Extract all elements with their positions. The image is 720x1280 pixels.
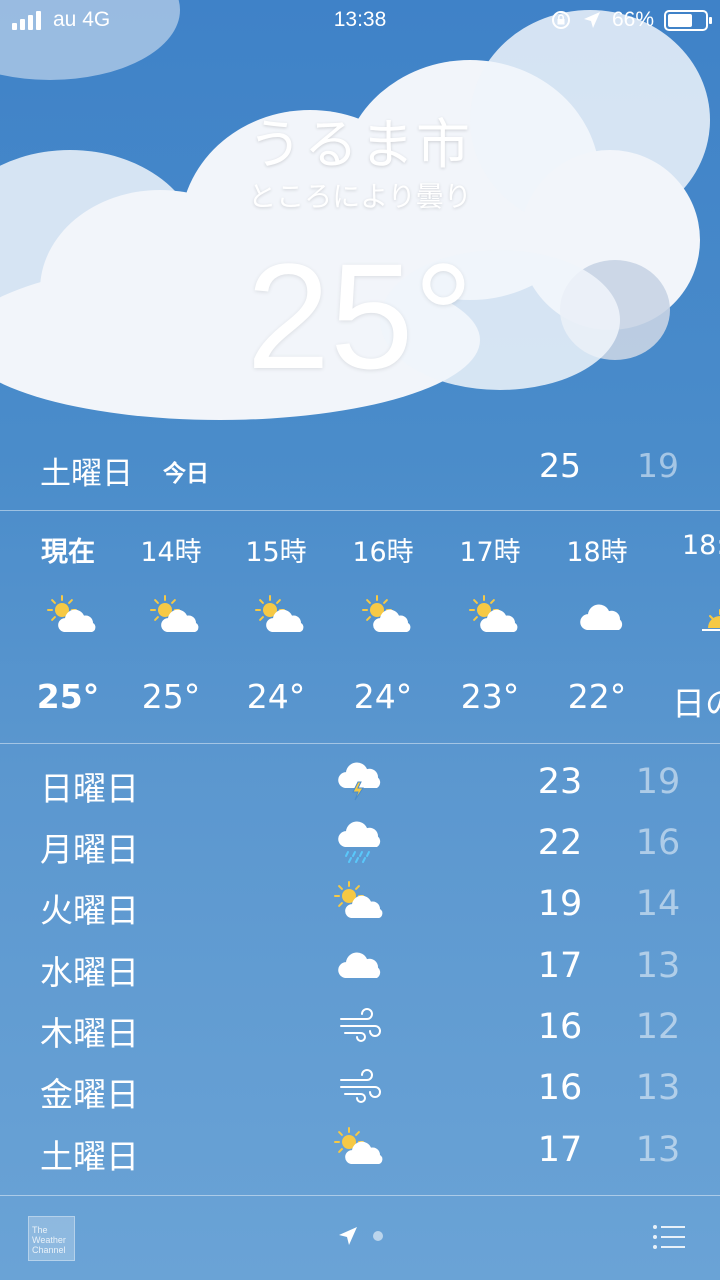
hour-item: 18: 日の (650, 512, 720, 742)
hour-time: 現在 (41, 537, 95, 568)
hour-item: 14時 25° (116, 512, 226, 742)
daily-row: 月曜日 22 16 (0, 811, 720, 872)
hourly-forecast[interactable]: 現在 25° 14時 25° 15時 24° 16時 24° 17時 23° 1… (0, 512, 720, 742)
battery-percent: 66% (611, 8, 654, 31)
thunderstorm-icon (333, 758, 387, 802)
hour-temp: 24° (353, 677, 413, 716)
hour-item: 現在 25° (13, 512, 123, 742)
divider (0, 510, 720, 511)
status-bar: au 4G 13:38 66% (0, 0, 720, 40)
daily-row: 日曜日 23 19 (0, 750, 720, 811)
daily-high: 22 (537, 823, 583, 863)
daily-low: 16 (635, 823, 681, 863)
weather-channel-logo[interactable]: The Weather Channel (28, 1216, 75, 1261)
daily-day: 水曜日 (40, 953, 139, 992)
hour-time: 16時 (352, 537, 414, 568)
hour-item: 18時 22° (542, 512, 652, 742)
daily-low: 13 (635, 1068, 681, 1108)
location-icon (583, 12, 600, 28)
current-temperature: 25° (246, 232, 474, 400)
wind-icon (333, 1064, 387, 1108)
partly-sunny-icon (46, 594, 100, 638)
today-summary: 土曜日 今日 25 19 (0, 440, 720, 510)
weather-condition: ところにより曇り (248, 180, 472, 213)
daily-day: 月曜日 (40, 830, 139, 869)
orientation-lock-icon (551, 11, 570, 29)
daily-day: 日曜日 (40, 769, 139, 808)
hour-temp: 22° (567, 677, 627, 716)
today-day: 土曜日 (40, 456, 133, 492)
list-icon[interactable] (652, 1224, 686, 1250)
hour-temp: 25° (141, 677, 201, 716)
daily-low: 13 (635, 1130, 681, 1170)
daily-low: 12 (635, 1007, 681, 1047)
hour-item: 17時 23° (435, 512, 545, 742)
hour-time: 18: (682, 530, 720, 561)
hour-item: 15時 24° (221, 512, 331, 742)
partly-sunny-icon (254, 594, 308, 638)
battery-icon (664, 9, 712, 31)
hour-time: 15時 (245, 537, 307, 568)
daily-row: 金曜日 16 13 (0, 1056, 720, 1117)
partly-sunny-icon (333, 880, 387, 924)
partly-sunny-icon (468, 594, 522, 638)
hour-item: 16時 24° (328, 512, 438, 742)
hour-temp: 23° (460, 677, 520, 716)
daily-high: 23 (537, 762, 583, 802)
hour-temp: 日の (672, 684, 720, 723)
hour-temp: 24° (246, 677, 306, 716)
daily-row: 木曜日 16 12 (0, 995, 720, 1056)
daily-high: 16 (537, 1068, 583, 1108)
hour-time: 17時 (459, 537, 521, 568)
page-indicator-dot[interactable] (373, 1231, 383, 1241)
divider (0, 743, 720, 744)
daily-high: 19 (537, 884, 583, 924)
partly-sunny-icon (361, 594, 415, 638)
today-high: 25 (539, 446, 581, 485)
daily-day: 金曜日 (40, 1075, 139, 1114)
hour-time: 18時 (566, 537, 628, 568)
daily-high: 17 (537, 1130, 583, 1170)
sunset-icon (700, 594, 720, 638)
wind-icon (333, 1003, 387, 1047)
partly-sunny-icon (333, 1126, 387, 1170)
daily-row: 水曜日 17 13 (0, 934, 720, 995)
daily-high: 16 (537, 1007, 583, 1047)
bottom-toolbar: The Weather Channel (0, 1196, 720, 1280)
daily-day: 土曜日 (40, 1137, 139, 1176)
location-arrow-icon[interactable] (336, 1224, 360, 1248)
daily-low: 13 (635, 946, 681, 986)
cloud-icon (333, 942, 387, 986)
daily-row: 火曜日 19 14 (0, 872, 720, 933)
hour-temp: 25° (36, 677, 100, 716)
city-name: うるま市 (248, 113, 472, 176)
hour-time: 14時 (140, 537, 202, 568)
today-low: 19 (637, 446, 679, 485)
daily-day: 火曜日 (40, 891, 139, 930)
daily-high: 17 (537, 946, 583, 986)
daily-row: 土曜日 17 13 (0, 1118, 720, 1179)
daily-low: 14 (635, 884, 681, 924)
rain-icon (333, 819, 387, 863)
daily-low: 19 (635, 762, 681, 802)
cloud-icon (575, 594, 629, 638)
daily-day: 木曜日 (40, 1014, 139, 1053)
partly-sunny-icon (149, 594, 203, 638)
today-label: 今日 (163, 461, 209, 487)
